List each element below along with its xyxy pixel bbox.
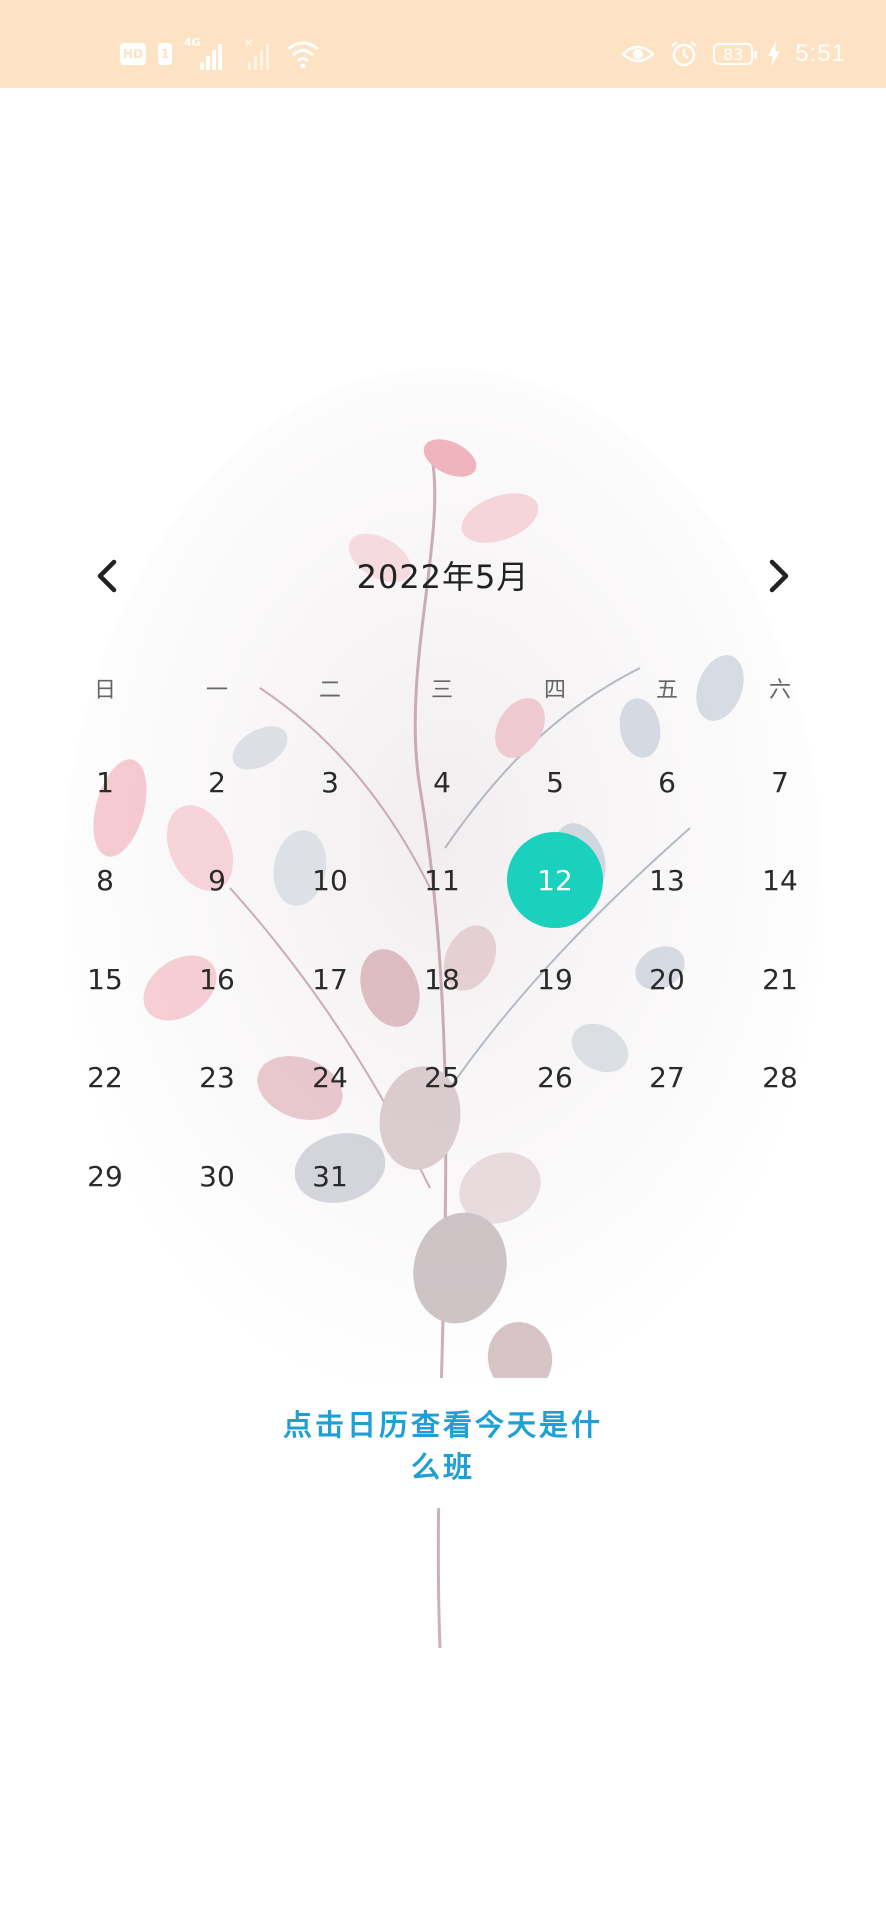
- day-cell[interactable]: 7: [732, 734, 828, 830]
- day-cell[interactable]: 6: [619, 734, 715, 830]
- alarm-icon: [669, 39, 699, 69]
- day-cell[interactable]: 28: [732, 1029, 828, 1125]
- status-left: HD 1 4G ×: [120, 36, 320, 72]
- day-cell[interactable]: 18: [394, 931, 490, 1027]
- day-cell[interactable]: 17: [282, 931, 378, 1027]
- day-cell[interactable]: 20: [619, 931, 715, 1027]
- day-cell[interactable]: 14: [732, 832, 828, 928]
- chevron-right-icon: [769, 559, 789, 593]
- day-cell[interactable]: 30: [169, 1128, 265, 1224]
- day-cell[interactable]: 26: [507, 1029, 603, 1125]
- status-right: 83 5:51: [621, 34, 846, 74]
- day-cell[interactable]: 5: [507, 734, 603, 830]
- day-cell[interactable]: 21: [732, 931, 828, 1027]
- weekday-wed: 三: [430, 678, 453, 703]
- weekday-fri: 五: [655, 678, 678, 703]
- weekday-sun: 日: [93, 678, 116, 703]
- sim-icon: 1: [158, 43, 172, 65]
- day-cell[interactable]: 25: [394, 1029, 490, 1125]
- weekday-thu: 四: [543, 678, 566, 703]
- hint-line-2: 么班: [410, 1450, 475, 1484]
- day-cell[interactable]: 13: [619, 832, 715, 928]
- view-shift-hint[interactable]: 点击日历查看今天是什 么班: [260, 1404, 626, 1488]
- no-signal-icon: ×: [244, 36, 274, 72]
- svg-text:×: ×: [244, 36, 253, 49]
- hint-line-1: 点击日历查看今天是什: [282, 1408, 603, 1442]
- day-cell[interactable]: 16: [169, 931, 265, 1027]
- wifi-icon: [286, 39, 320, 69]
- day-cell[interactable]: 29: [57, 1128, 153, 1224]
- day-cell[interactable]: 22: [57, 1029, 153, 1125]
- day-cell[interactable]: 2: [169, 734, 265, 830]
- day-cell[interactable]: 15: [57, 931, 153, 1027]
- charging-icon: [767, 41, 781, 67]
- weekday-sat: 六: [768, 678, 791, 703]
- day-cell[interactable]: 3: [282, 734, 378, 830]
- day-cell[interactable]: 1: [57, 734, 153, 830]
- day-cell-selected[interactable]: 12: [507, 832, 603, 928]
- day-cell[interactable]: 31: [282, 1128, 378, 1224]
- day-cell[interactable]: 9: [169, 832, 265, 928]
- weekday-tue: 二: [318, 678, 341, 703]
- weekday-mon: 一: [205, 678, 228, 703]
- eye-icon: [621, 42, 656, 66]
- next-month-button[interactable]: [750, 548, 810, 604]
- day-cell[interactable]: 24: [282, 1029, 378, 1125]
- day-cell[interactable]: 11: [394, 832, 490, 928]
- day-cell[interactable]: 4: [394, 734, 490, 830]
- clock-time: 5:51: [795, 40, 846, 67]
- battery-icon: 83: [713, 43, 758, 65]
- day-cell[interactable]: 27: [619, 1029, 715, 1125]
- signal-icon: 4G: [184, 36, 232, 72]
- day-cell[interactable]: 8: [57, 832, 153, 928]
- day-cell[interactable]: 19: [507, 931, 603, 1027]
- day-cell[interactable]: 23: [169, 1029, 265, 1125]
- status-bar: HD 1 4G × 83 5:51: [0, 0, 886, 88]
- day-cell[interactable]: 10: [282, 832, 378, 928]
- hd-icon: HD: [120, 43, 146, 65]
